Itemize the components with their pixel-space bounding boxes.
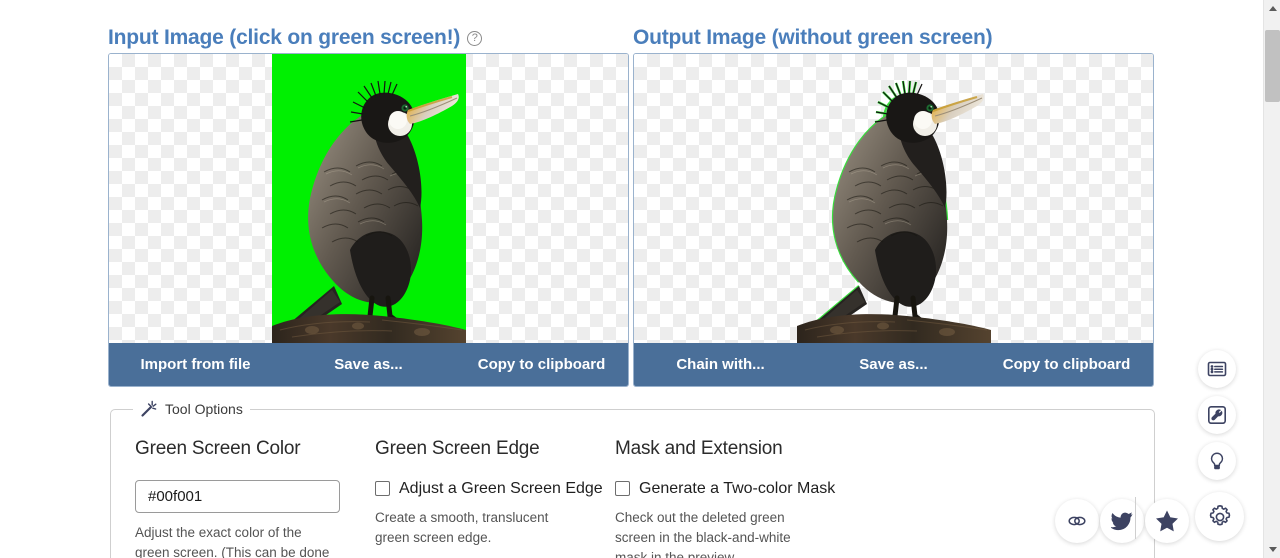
adjust-green-screen-edge-label[interactable]: Adjust a Green Screen Edge (399, 480, 603, 498)
green-screen-color-column: Green Screen Color Adjust the exact colo… (135, 438, 375, 558)
generate-two-color-mask-row[interactable]: Generate a Two-color Mask (615, 480, 857, 498)
magic-wand-icon (140, 400, 158, 418)
fab-divider (1135, 497, 1136, 539)
wrench-tools-button[interactable] (1198, 396, 1236, 434)
output-bird-image (797, 54, 991, 343)
page-root: Input Image (click on green screen!)? Ou… (0, 0, 1280, 558)
input-copy-to-clipboard-button[interactable]: Copy to clipboard (455, 356, 628, 373)
generate-two-color-mask-label[interactable]: Generate a Two-color Mask (639, 480, 835, 498)
copy-link-button[interactable] (1055, 499, 1099, 543)
output-panel-toolbar: Chain with... Save as... Copy to clipboa… (634, 343, 1153, 386)
question-circle-icon[interactable]: ? (467, 31, 483, 46)
tool-options-legend: Tool Options (133, 400, 250, 418)
input-bird-image (272, 54, 466, 343)
output-copy-to-clipboard-button[interactable]: Copy to clipboard (980, 356, 1153, 373)
tool-options-panel: Tool Options Green Screen Color Adjust t… (110, 400, 1155, 558)
scrollbar-down-arrow[interactable] (1264, 541, 1280, 558)
input-panel-title-text: Input Image (click on green screen!) (108, 26, 461, 49)
tool-options-legend-text: Tool Options (165, 401, 243, 417)
output-image-canvas[interactable] (634, 54, 1153, 343)
green-screen-edge-hint: Create a smooth, translucent green scree… (375, 509, 549, 545)
green-screen-color-field[interactable] (135, 479, 349, 513)
green-screen-edge-heading: Green Screen Edge (375, 437, 540, 459)
mask-and-extension-hint: Check out the deleted green screen in th… (615, 509, 791, 558)
adjust-green-screen-edge-row[interactable]: Adjust a Green Screen Edge (375, 480, 603, 498)
list-panel-button[interactable] (1198, 350, 1236, 388)
favorite-star-button[interactable] (1145, 499, 1189, 543)
green-screen-color-input[interactable] (146, 486, 349, 506)
green-screen-edge-column: Green Screen Edge Adjust a Green Screen … (375, 438, 615, 558)
output-save-as-button[interactable]: Save as... (807, 356, 980, 373)
lightbulb-tips-button[interactable] (1198, 442, 1236, 480)
settings-gear-button[interactable] (1195, 492, 1244, 541)
scrollbar-thumb[interactable] (1265, 30, 1280, 102)
output-image-panel: Chain with... Save as... Copy to clipboa… (633, 53, 1154, 387)
output-panel-title: Output Image (without green screen) (633, 26, 993, 49)
input-image-canvas[interactable] (109, 54, 628, 343)
input-panel-title: Input Image (click on green screen!)? (108, 26, 483, 50)
tool-options-columns: Green Screen Color Adjust the exact colo… (123, 424, 1142, 558)
input-panel-toolbar: Import from file Save as... Copy to clip… (109, 343, 628, 386)
mask-and-extension-heading: Mask and Extension (615, 437, 783, 459)
chain-with-button[interactable]: Chain with... (634, 356, 807, 373)
input-image-panel: Import from file Save as... Copy to clip… (108, 53, 629, 387)
twitter-share-button[interactable] (1100, 499, 1144, 543)
scrollbar-up-arrow[interactable] (1264, 0, 1280, 17)
input-save-as-button[interactable]: Save as... (282, 356, 455, 373)
mask-and-extension-column: Mask and Extension Generate a Two-color … (615, 438, 875, 558)
import-from-file-button[interactable]: Import from file (109, 356, 282, 373)
green-screen-color-hint: Adjust the exact color of the green scre… (135, 524, 330, 558)
adjust-green-screen-edge-checkbox[interactable] (375, 481, 390, 497)
green-screen-color-heading: Green Screen Color (135, 437, 301, 459)
generate-two-color-mask-checkbox[interactable] (615, 481, 630, 497)
vertical-scrollbar[interactable] (1263, 0, 1280, 558)
